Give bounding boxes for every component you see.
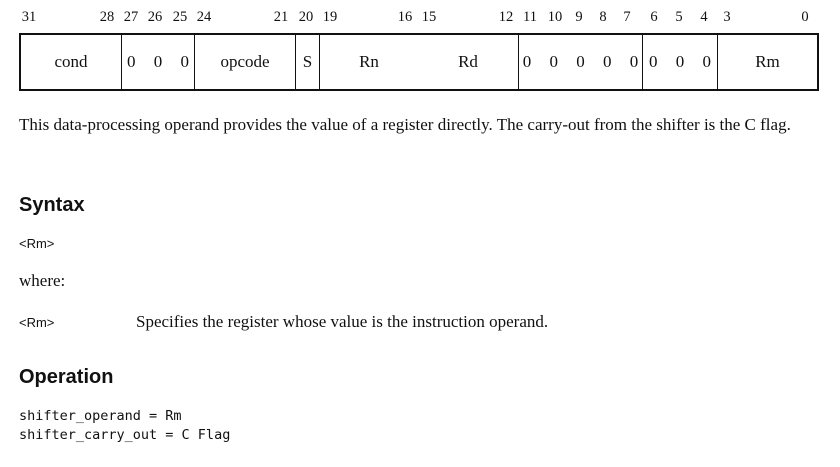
- bit-number: 21: [273, 9, 289, 25]
- encoding-diagram: cond 0 0 0 opcode S Rn Rd 0 0 0 0 0 0 0 …: [19, 33, 819, 91]
- bit-number: 9: [575, 9, 583, 25]
- bit-number: 16: [397, 9, 413, 25]
- bit-number: 11: [523, 9, 537, 25]
- description-paragraph: This data-processing operand provides th…: [19, 115, 791, 134]
- bit-number: 20: [298, 9, 314, 25]
- field-rd: Rd: [458, 52, 478, 71]
- operation-code-line: shifter_operand = Rm: [19, 408, 182, 424]
- field-shift-type-zeros: 0 0 0: [642, 35, 717, 89]
- field-fixed-zeros: 0 0 0: [121, 35, 194, 89]
- field-cond: cond: [54, 52, 88, 71]
- operation-code-line: shifter_carry_out = C Flag: [19, 427, 231, 443]
- bit-number: 26: [147, 9, 163, 25]
- bit-number: 31: [21, 9, 37, 25]
- bit-number-row: 31 28 27 26 25 24 21 20 19 16 15 12 11 1…: [0, 8, 840, 26]
- field-rn: Rn: [319, 35, 418, 89]
- bit-number: 24: [196, 9, 212, 25]
- bit-number: 19: [322, 9, 338, 25]
- field-rm: Rm: [717, 35, 817, 89]
- bit-number: 27: [123, 9, 139, 25]
- syntax-form: <Rm>: [19, 236, 55, 251]
- bit-number: 3: [723, 9, 731, 25]
- bit-number: 28: [99, 9, 115, 25]
- bit-number: 15: [421, 9, 437, 25]
- definition-term: <Rm>: [19, 315, 55, 330]
- bit-number: 25: [172, 9, 188, 25]
- bit-number: 7: [623, 9, 631, 25]
- bit-number: 5: [675, 9, 683, 25]
- syntax-heading: Syntax: [19, 194, 85, 216]
- field-s-bit: S: [295, 35, 319, 89]
- where-label: where:: [19, 271, 66, 290]
- operation-heading: Operation: [19, 366, 114, 388]
- bit-number: 4: [700, 9, 708, 25]
- bit-number: 6: [650, 9, 658, 25]
- bit-number: 8: [599, 9, 607, 25]
- bit-number: 12: [498, 9, 514, 25]
- bit-number: 0: [801, 9, 809, 25]
- field-shift-amount-zeros: 0 0 0 0 0: [518, 35, 642, 89]
- bit-number: 10: [547, 9, 563, 25]
- definition-text: Specifies the register whose value is th…: [136, 312, 549, 331]
- field-opcode: opcode: [194, 35, 295, 89]
